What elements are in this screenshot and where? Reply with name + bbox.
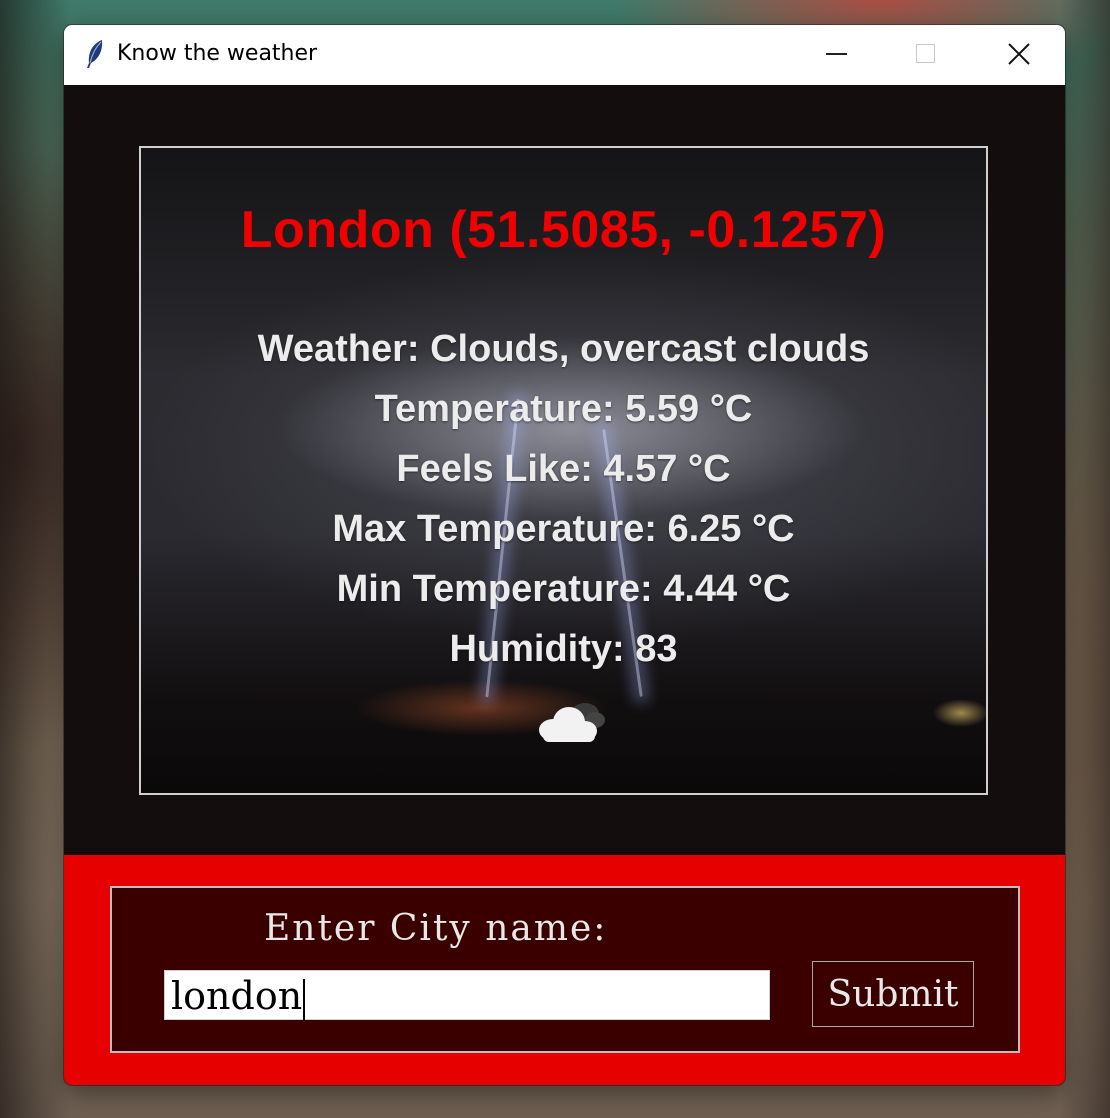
close-button[interactable]: [972, 25, 1064, 85]
feels-like-value: Feels Like: 4.57 °C: [396, 448, 731, 490]
city-input-value: london: [171, 974, 303, 1018]
city-coordinates-heading: London (51.5085, -0.1257): [240, 201, 887, 259]
feather-icon: [87, 40, 103, 68]
title-bar[interactable]: Know the weather: [64, 25, 1065, 85]
search-area: Enter City name: london Submit: [64, 855, 1065, 1085]
maximize-button[interactable]: [880, 25, 972, 85]
cloud-icon: [539, 703, 605, 742]
max-temperature-value: Max Temperature: 6.25 °C: [332, 508, 795, 550]
window-title: Know the weather: [117, 41, 318, 66]
humidity-value: Humidity: 83: [449, 628, 678, 670]
search-form: Enter City name: london Submit: [110, 886, 1020, 1053]
temperature-value: Temperature: 5.59 °C: [374, 388, 753, 430]
wallpaper-shade-left: [0, 0, 70, 1118]
minimize-button[interactable]: [790, 25, 882, 85]
wallpaper-shade-right: [1060, 0, 1110, 1118]
close-icon: [1008, 43, 1030, 65]
min-temperature-value: Min Temperature: 4.44 °C: [336, 568, 791, 610]
weather-description: Weather: Clouds, overcast clouds: [257, 328, 870, 370]
app-window: Know the weather London (51.5085, -0.125…: [64, 25, 1065, 1085]
weather-display-panel: London (51.5085, -0.1257) Weather: Cloud…: [139, 146, 988, 795]
city-input[interactable]: london: [164, 970, 770, 1021]
city-name-label: Enter City name:: [264, 908, 608, 949]
submit-button[interactable]: Submit: [812, 961, 974, 1027]
text-caret: [303, 978, 306, 1021]
